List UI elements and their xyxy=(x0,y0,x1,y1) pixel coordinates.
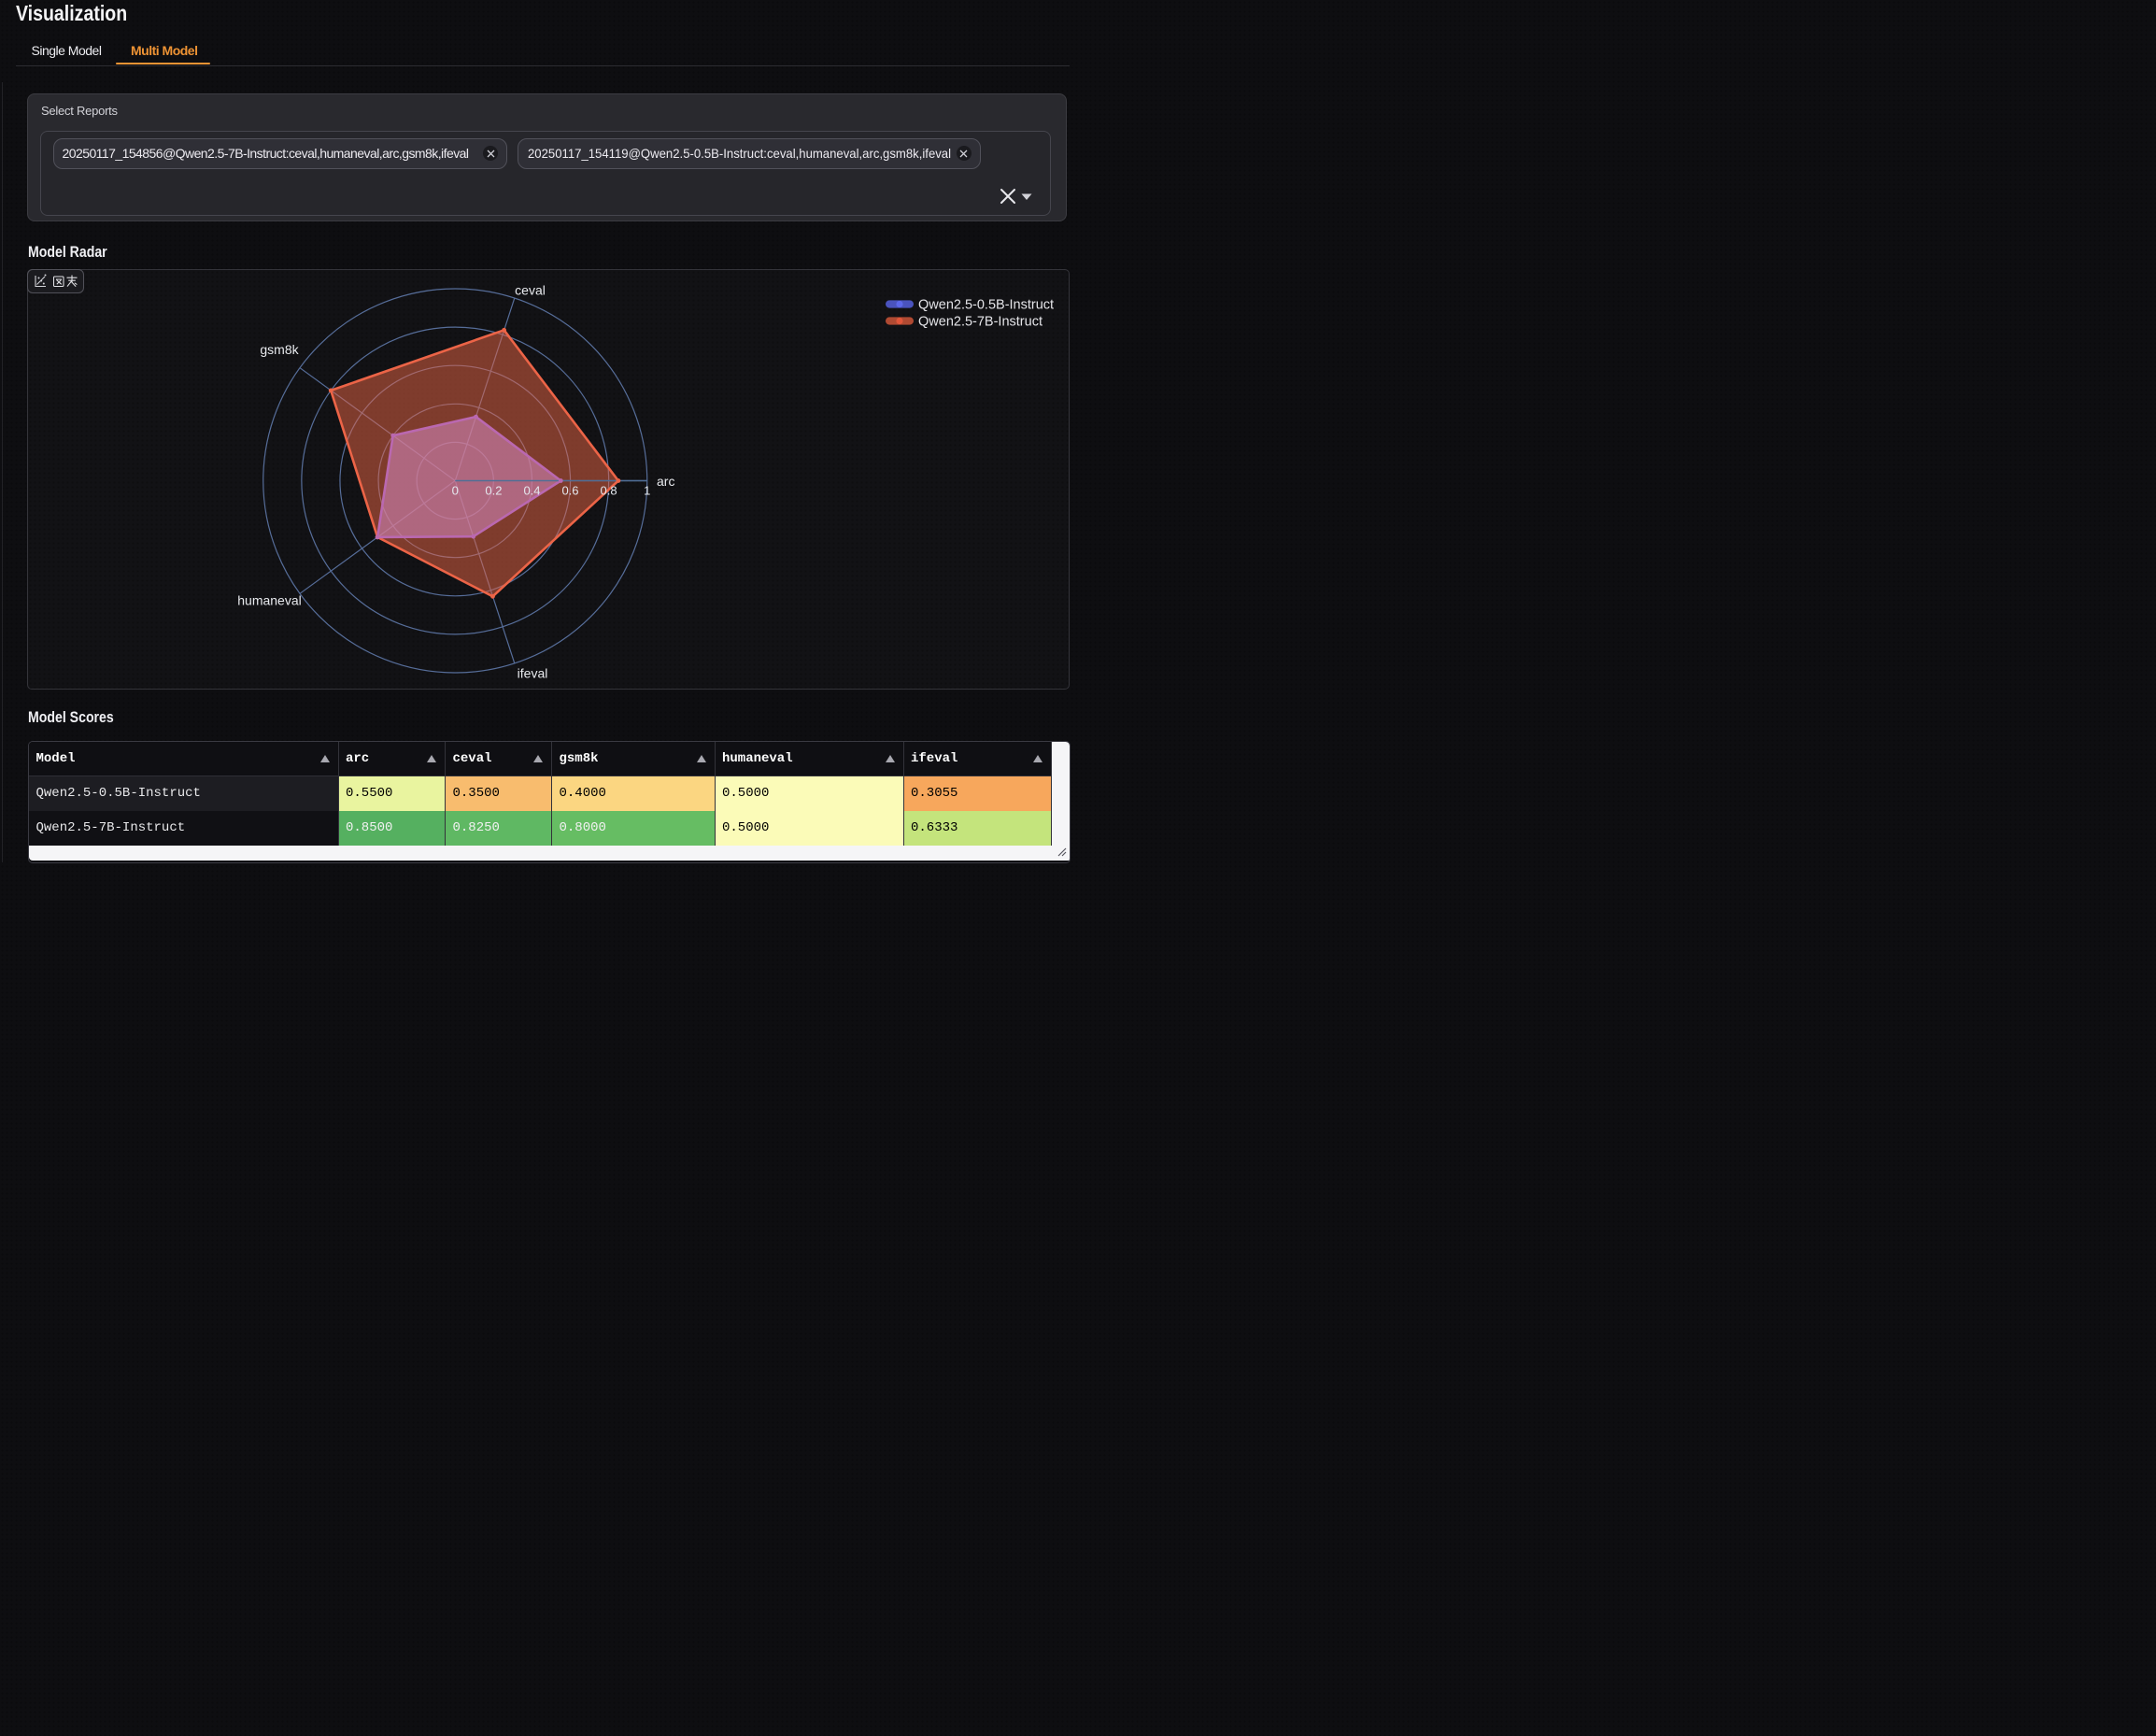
svg-text:humaneval: humaneval xyxy=(237,593,302,608)
svg-text:Qwen2.5-7B-Instruct: Qwen2.5-7B-Instruct xyxy=(918,315,1043,330)
svg-text:0.6: 0.6 xyxy=(561,484,578,498)
svg-text:1: 1 xyxy=(644,484,650,498)
svg-text:0.4: 0.4 xyxy=(523,484,540,498)
svg-text:ceval: ceval xyxy=(515,283,546,298)
svg-text:ifeval: ifeval xyxy=(518,666,548,681)
svg-text:gsm8k: gsm8k xyxy=(260,342,299,357)
svg-text:0.8: 0.8 xyxy=(601,484,617,498)
svg-text:arc: arc xyxy=(657,474,674,489)
svg-text:0.2: 0.2 xyxy=(485,484,502,498)
svg-text:0: 0 xyxy=(452,484,459,498)
svg-text:Qwen2.5-0.5B-Instruct: Qwen2.5-0.5B-Instruct xyxy=(918,298,1054,313)
